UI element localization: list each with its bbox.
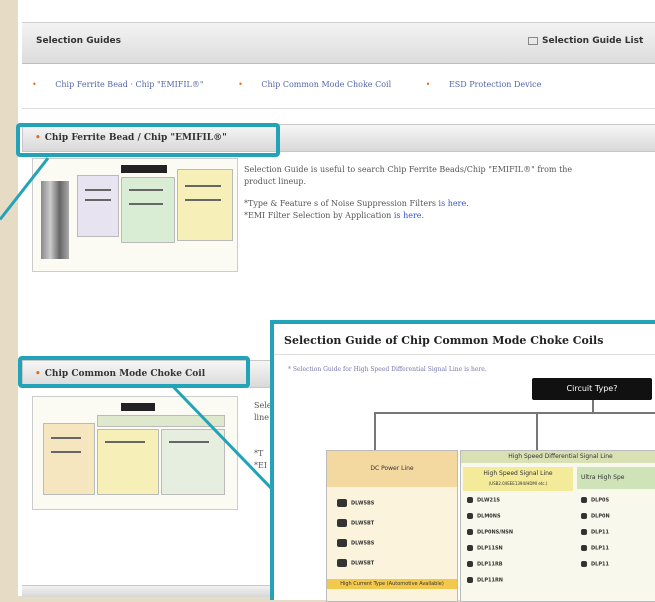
list-item[interactable]: DLW5BT xyxy=(337,559,374,571)
emi-filter-link[interactable]: is here. xyxy=(394,211,424,220)
list-item[interactable]: DLP11RB xyxy=(467,561,503,573)
list-label: Selection Guide List xyxy=(542,36,644,46)
dc-power-column: DC Power Line DLW5BS DLW5BT DLW5BS DLW5B… xyxy=(326,450,458,602)
tree-connector xyxy=(592,400,594,412)
component-icon xyxy=(337,539,347,547)
choke-guide-popup: Selection Guide of Chip Common Mode Chok… xyxy=(270,320,655,602)
component-icon xyxy=(467,561,473,567)
list-item[interactable]: DLW5BT xyxy=(337,519,374,531)
link-ferrite[interactable]: • Chip Ferrite Bead · Chip "EMIFIL®" xyxy=(32,80,220,89)
dc-column-header: DC Power Line xyxy=(327,451,457,487)
component-icon xyxy=(581,545,587,551)
list-item[interactable]: DLP11 xyxy=(581,561,609,573)
ferrite-description: Selection Guide is useful to search Chip… xyxy=(244,165,573,220)
component-icon xyxy=(581,513,587,519)
uhs-sub-header: Ultra High Spe xyxy=(577,467,655,489)
list-item[interactable]: DLP0N xyxy=(581,513,610,525)
component-icon xyxy=(337,559,347,567)
component-icon xyxy=(467,545,473,551)
choke-guide-thumbnail[interactable] xyxy=(32,396,238,510)
next-section-header xyxy=(22,585,292,597)
bullet-icon: • xyxy=(238,80,243,89)
link-choke[interactable]: • Chip Common Mode Choke Coil xyxy=(238,80,407,89)
guide-links: • Chip Ferrite Bead · Chip "EMIFIL®" • C… xyxy=(32,80,573,89)
list-item[interactable]: DLM0NS xyxy=(467,513,501,525)
circuit-type-node: Circuit Type? xyxy=(532,378,652,400)
popup-title: Selection Guide of Chip Common Mode Chok… xyxy=(284,334,604,347)
component-icon xyxy=(581,497,587,503)
bullet-icon: • xyxy=(32,80,37,89)
choke-highlight xyxy=(18,356,250,388)
component-icon xyxy=(467,529,473,535)
list-item[interactable]: DLP11RN xyxy=(467,577,503,589)
component-icon xyxy=(467,577,473,583)
tree-connector xyxy=(374,412,376,450)
noise-filter-link[interactable]: is here. xyxy=(439,199,469,208)
component-icon xyxy=(581,529,587,535)
link-esd[interactable]: • ESD Protection Device xyxy=(426,80,558,89)
tree-connector xyxy=(374,412,655,414)
component-icon xyxy=(337,519,347,527)
component-icon xyxy=(467,513,473,519)
list-item[interactable]: DLW5BS xyxy=(337,499,374,511)
high-current-banner: High Current Type (Automotive Available) xyxy=(327,579,457,589)
list-icon xyxy=(528,36,538,45)
tree-connector xyxy=(536,412,538,450)
bullet-icon: • xyxy=(425,80,431,89)
ferrite-highlight xyxy=(16,123,280,157)
component-icon xyxy=(337,499,347,507)
hs-sub-header: High Speed Signal Line (USB2.0/IEEE1394/… xyxy=(463,467,573,491)
hs-column-header: High Speed Differential Signal Line xyxy=(461,451,655,463)
list-item[interactable]: DLP11SN xyxy=(467,545,503,557)
list-item[interactable]: DLP0NS/NSN xyxy=(467,529,513,541)
list-item[interactable]: DLP11 xyxy=(581,545,609,557)
component-icon xyxy=(467,497,473,503)
list-item[interactable]: DLP0S xyxy=(581,497,609,509)
popup-subtitle[interactable]: * Selection Guide for High Speed Differe… xyxy=(288,366,487,373)
header-title: Selection Guides xyxy=(36,36,122,46)
component-icon xyxy=(581,561,587,567)
ferrite-guide-thumbnail[interactable] xyxy=(32,158,238,272)
high-speed-column: High Speed Differential Signal Line High… xyxy=(460,450,655,602)
divider xyxy=(22,108,655,109)
list-item[interactable]: DLW21S xyxy=(467,497,500,509)
list-item[interactable]: DLW5BS xyxy=(337,539,374,551)
selection-guides-header: Selection Guides Selection Guide List xyxy=(22,22,655,64)
divider xyxy=(274,354,655,355)
selection-guide-list-link[interactable]: Selection Guide List xyxy=(528,36,643,46)
list-item[interactable]: DLP11 xyxy=(581,529,609,541)
